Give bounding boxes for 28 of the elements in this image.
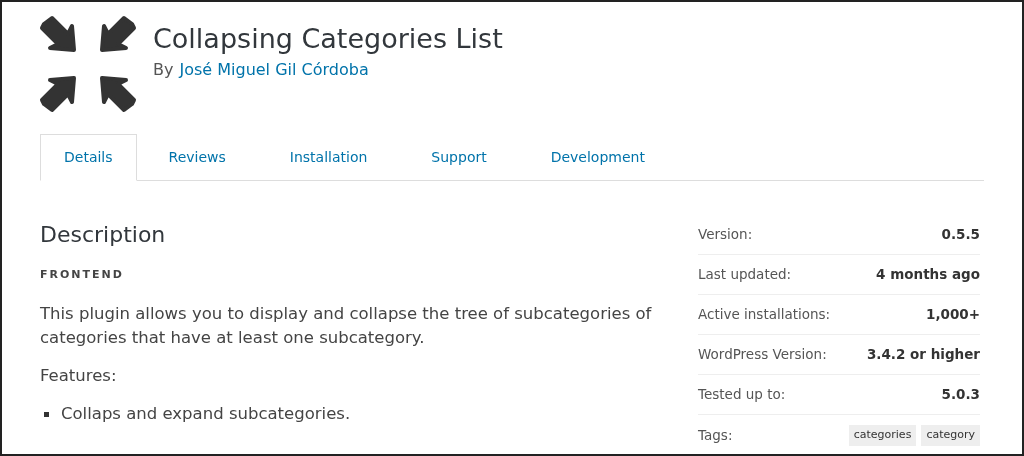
- tab[interactable]: Development: [518, 134, 677, 180]
- meta-value: 0.5.5: [941, 225, 980, 245]
- meta-value: 5.0.3: [941, 385, 980, 405]
- meta-value: 3.4.2 or higher: [866, 345, 980, 365]
- feature-item: Collaps and expand subcategories.: [61, 403, 351, 426]
- tag-link[interactable]: category: [921, 425, 980, 446]
- meta-label: Version:: [698, 225, 753, 245]
- section-subheading: FRONTEND: [40, 267, 125, 283]
- meta-value: 4 months ago: [876, 265, 980, 285]
- meta-value: 1,000+: [926, 305, 980, 325]
- tag-link[interactable]: categories: [848, 425, 917, 446]
- tab[interactable]: Installation: [257, 134, 400, 180]
- collapse-arrows-icon: [38, 14, 138, 114]
- meta-label: Tags:: [698, 426, 733, 446]
- section-heading: Description: [40, 221, 167, 249]
- plugin-title: Collapsing Categories List: [153, 22, 503, 56]
- meta-label: Tested up to:: [698, 385, 786, 405]
- tab[interactable]: Reviews: [136, 134, 258, 180]
- byline-label: By: [153, 59, 174, 81]
- features-label: Features:: [40, 364, 118, 387]
- meta-label: Last updated:: [698, 265, 792, 285]
- description-paragraph: This plugin allows you to display and collapse the tree of subcategories of categories that have at least one subcategory.: [40, 302, 653, 349]
- tab[interactable]: Details: [40, 134, 137, 181]
- meta-label: WordPress Version:: [698, 345, 827, 365]
- meta-label: Active installations:: [698, 305, 831, 325]
- bullet-icon: [44, 412, 49, 418]
- tab[interactable]: Support: [399, 134, 519, 180]
- author-link[interactable]: José Miguel Gil Córdoba: [179, 58, 369, 82]
